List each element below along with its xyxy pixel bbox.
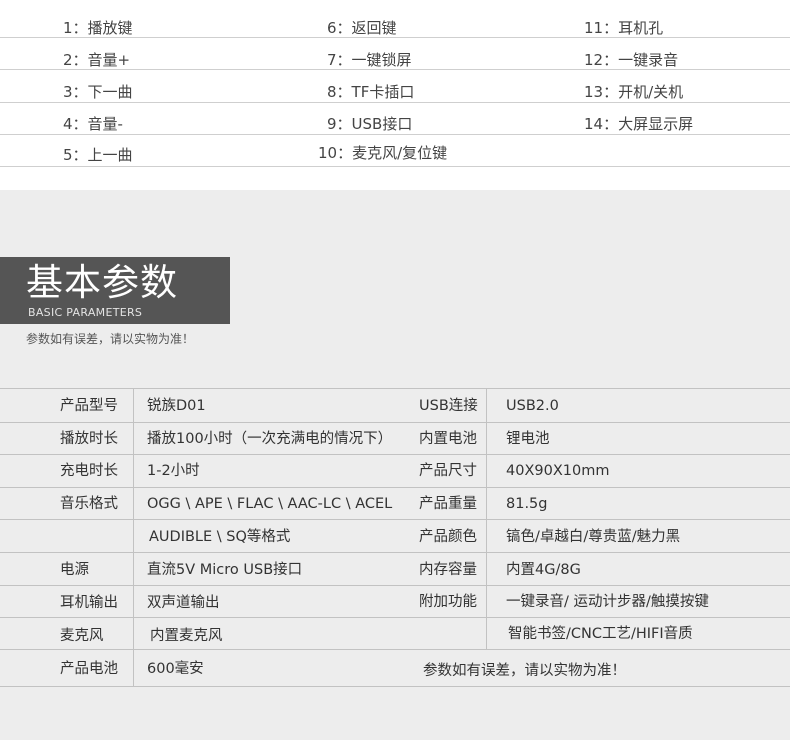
button-legend-section: 1：播放键 6：返回键 11：耳机孔 2：音量+ 7：一键锁屏 12：一键录音 … (0, 0, 790, 190)
button-legend-item: 10：麦克风/复位键 (318, 144, 448, 162)
section-title: 基本参数 (26, 261, 178, 304)
param-label: 音乐格式 (60, 496, 118, 512)
table-rule (0, 519, 790, 520)
divider (0, 69, 790, 70)
button-legend-item: 4：音量- (63, 115, 123, 133)
param-value: 1-2小时 (147, 463, 200, 479)
param-value: 内置4G/8G (506, 562, 581, 578)
column-rule (133, 388, 134, 686)
divider (0, 37, 790, 38)
button-legend-item: 9：USB接口 (327, 115, 413, 133)
param-value: 锂电池 (506, 431, 550, 447)
param-label: 产品尺寸 (419, 463, 477, 479)
button-legend-item: 6：返回键 (327, 19, 397, 37)
section-subtitle: BASIC PARAMETERS (28, 306, 143, 319)
param-label: 产品重量 (419, 496, 477, 512)
param-value: AUDIBLE \ SQ等格式 (149, 529, 291, 545)
button-legend-item: 3：下一曲 (63, 83, 133, 101)
param-value: 镐色/卓越白/尊贵蓝/魅力黑 (506, 529, 681, 545)
param-label: 产品电池 (60, 661, 118, 677)
param-value: 81.5g (506, 496, 548, 512)
param-label: 充电时长 (60, 463, 118, 479)
divider (0, 102, 790, 103)
table-rule (0, 686, 790, 687)
param-value: 锐族D01 (147, 398, 206, 414)
param-label: 内存容量 (419, 562, 477, 578)
button-legend-item: 1：播放键 (63, 19, 133, 37)
divider (0, 134, 790, 135)
param-label: 附加功能 (419, 594, 477, 610)
button-legend-item: 5：上一曲 (63, 146, 133, 164)
table-rule (0, 649, 790, 650)
param-label: 播放时长 (60, 431, 118, 447)
param-value: 直流5V Micro USB接口 (147, 562, 303, 578)
button-legend-item: 13：开机/关机 (584, 83, 684, 101)
button-legend-item: 12：一键录音 (584, 51, 679, 69)
divider (0, 166, 790, 167)
table-rule (0, 617, 790, 618)
param-value: 内置麦克风 (150, 628, 223, 644)
param-value: 一键录音/ 运动计步器/触摸按键 (506, 594, 709, 610)
param-value: 智能书签/CNC工艺/HIFI音质 (508, 626, 693, 642)
table-disclaimer: 参数如有误差，请以实物为准！ (423, 663, 626, 679)
button-legend-item: 2：音量+ (63, 51, 131, 69)
table-rule (0, 585, 790, 586)
button-legend-item: 11：耳机孔 (584, 19, 664, 37)
param-label: 产品颜色 (419, 529, 477, 545)
button-legend-item: 8：TF卡插口 (327, 83, 415, 101)
table-rule (0, 454, 790, 455)
button-legend-item: 7：一键锁屏 (327, 51, 412, 69)
param-value: USB2.0 (506, 398, 559, 414)
param-label: 产品型号 (60, 398, 118, 414)
param-label: USB连接 (419, 398, 478, 414)
table-rule (0, 552, 790, 553)
table-rule (0, 388, 790, 389)
table-rule (0, 487, 790, 488)
param-label: 麦克风 (60, 628, 104, 644)
param-label: 内置电池 (419, 431, 477, 447)
column-rule (486, 388, 487, 649)
param-value: OGG \ APE \ FLAC \ AAC-LC \ ACEL (147, 496, 393, 512)
param-value: 40X90X10mm (506, 463, 610, 479)
param-label: 耳机输出 (60, 595, 118, 611)
table-rule (0, 422, 790, 423)
param-value: 双声道输出 (147, 595, 220, 611)
param-value: 600毫安 (147, 661, 204, 677)
disclaimer-note: 参数如有误差，请以实物为准！ (26, 332, 195, 346)
param-label: 电源 (60, 562, 89, 578)
param-value: 播放100小时（一次充满电的情况下） (147, 431, 393, 447)
button-legend-item: 14：大屏显示屏 (584, 115, 694, 133)
